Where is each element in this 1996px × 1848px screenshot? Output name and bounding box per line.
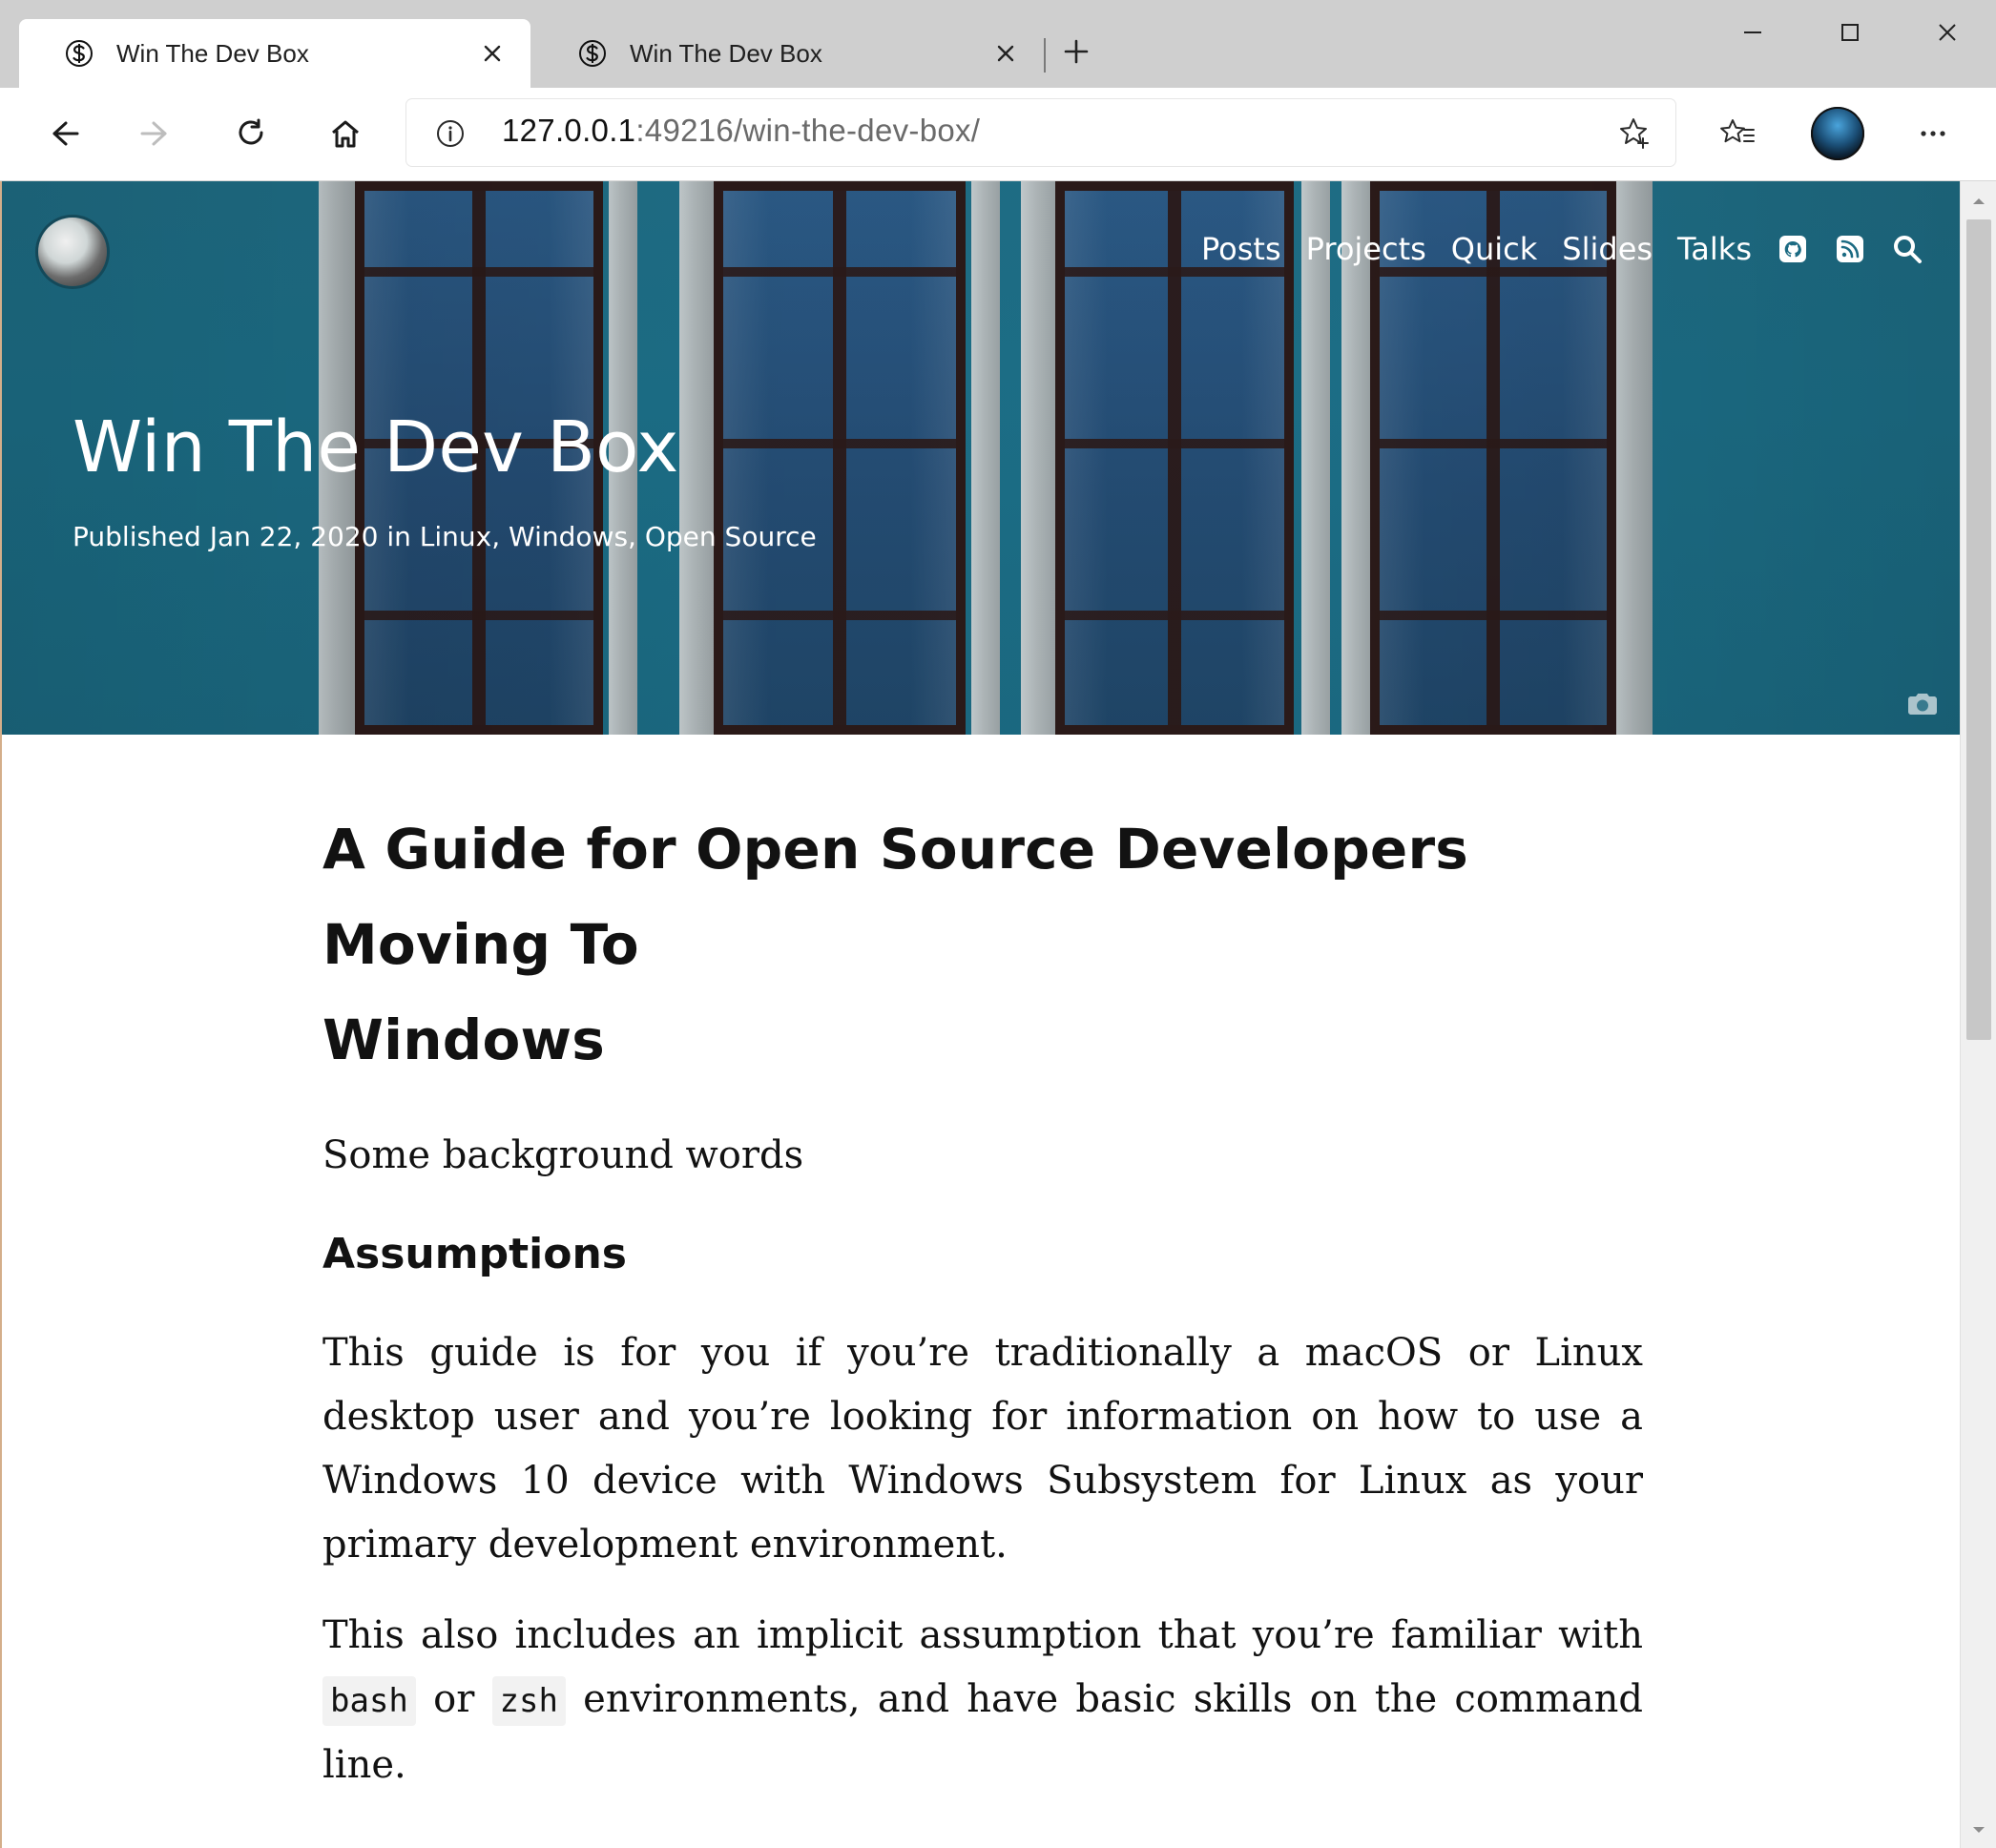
published-prefix: Published Jan 22, 2020 in — [73, 521, 420, 552]
url-text[interactable]: 127.0.0.1:49216/win-the-dev-box/ — [502, 113, 980, 149]
more-button[interactable] — [1906, 107, 1960, 160]
category-separator: , — [628, 521, 645, 552]
nav-quick[interactable]: Quick — [1451, 231, 1537, 267]
tab-title: Win The Dev Box — [630, 38, 822, 68]
paragraph-assumption-mid: or — [415, 1677, 492, 1721]
page-viewport[interactable]: Posts Projects Quick Slides Talks Win Th… — [2, 181, 1960, 1848]
paragraph-guide: This guide is for you if you’re traditio… — [322, 1331, 1643, 1567]
scroll-up-icon[interactable] — [1970, 193, 1987, 210]
forward-arrow-icon — [140, 121, 167, 146]
nav-posts[interactable]: Posts — [1201, 231, 1281, 267]
browser-titlebar: Win The Dev Box Win The Dev Box — [0, 0, 1996, 88]
profile-avatar[interactable] — [1811, 107, 1864, 160]
page-scrollbar[interactable] — [1960, 181, 1996, 1848]
back-button[interactable] — [36, 107, 90, 160]
minimize-button[interactable] — [1704, 0, 1801, 65]
nav-projects[interactable]: Projects — [1306, 231, 1426, 267]
home-icon — [332, 120, 359, 148]
favorites-list-icon — [1720, 119, 1755, 143]
browser-tab-active[interactable]: Win The Dev Box — [19, 19, 530, 88]
minimize-icon — [1744, 31, 1761, 33]
hero-meta: Published Jan 22, 2020 in Linux, Windows… — [73, 521, 817, 552]
browser-tab-inactive[interactable]: Win The Dev Box — [532, 19, 1044, 88]
site-icon — [63, 37, 95, 70]
url-host: 127.0.0.1 — [502, 113, 636, 148]
favorites-button[interactable] — [1712, 107, 1765, 160]
category-separator: , — [491, 521, 509, 552]
refresh-icon — [239, 118, 263, 145]
window-controls — [1704, 0, 1996, 65]
github-icon[interactable] — [1777, 233, 1809, 265]
close-icon[interactable] — [985, 32, 1027, 74]
maximize-icon — [1841, 24, 1859, 41]
search-icon[interactable] — [1891, 233, 1923, 265]
window-close-icon — [1939, 24, 1956, 41]
code-bash: bash — [322, 1676, 416, 1726]
hero-pillar — [971, 181, 1000, 735]
heading-assumptions: Assumptions — [322, 1230, 627, 1278]
site-nav: Posts Projects Quick Slides Talks — [1201, 231, 1923, 267]
hero-banner: Posts Projects Quick Slides Talks Win Th… — [2, 181, 1960, 735]
info-icon — [437, 120, 464, 147]
forward-button[interactable] — [130, 107, 183, 160]
hero-pillar — [679, 181, 714, 735]
category-open-source[interactable]: Open Source — [645, 521, 817, 552]
maximize-button[interactable] — [1801, 0, 1899, 65]
back-arrow-icon — [52, 121, 79, 146]
article-title-line-1: A Guide for Open Source Developers Movin… — [322, 817, 1468, 977]
star-plus-icon — [1620, 118, 1649, 149]
window-close-button[interactable] — [1899, 0, 1996, 65]
refresh-button[interactable] — [225, 107, 279, 160]
nav-slides[interactable]: Slides — [1562, 231, 1653, 267]
paragraph-background: Some background words — [322, 1133, 804, 1177]
scroll-down-icon[interactable] — [1970, 1821, 1987, 1838]
hero-window — [714, 181, 966, 735]
category-linux[interactable]: Linux — [420, 521, 491, 552]
browser-toolbar: 127.0.0.1:49216/win-the-dev-box/ — [0, 88, 1996, 181]
scrollbar-thumb[interactable] — [1966, 219, 1991, 1040]
article: A Guide for Open Source Developers Movin… — [322, 801, 1643, 1797]
article-title: A Guide for Open Source Developers Movin… — [322, 801, 1643, 1088]
tab-title: Win The Dev Box — [116, 38, 309, 68]
hero-title: Win The Dev Box — [73, 406, 679, 488]
site-logo[interactable] — [38, 218, 107, 286]
hero-pillar — [1021, 181, 1055, 735]
article-title-line-2: Windows — [322, 1007, 606, 1072]
camera-icon[interactable] — [1906, 691, 1939, 717]
site-info-button[interactable] — [433, 116, 468, 151]
tab-divider — [1044, 38, 1046, 73]
category-windows[interactable]: Windows — [509, 521, 628, 552]
url-path: :49216/win-the-dev-box/ — [635, 113, 981, 148]
home-button[interactable] — [319, 107, 372, 160]
new-tab-button[interactable] — [1055, 31, 1097, 73]
code-zsh: zsh — [491, 1676, 566, 1726]
rss-icon[interactable] — [1834, 233, 1866, 265]
add-to-favorites-button[interactable] — [1614, 114, 1653, 152]
paragraph-assumption: This also includes an implicit assumptio… — [322, 1604, 1643, 1797]
address-bar[interactable]: 127.0.0.1:49216/win-the-dev-box/ — [406, 99, 1675, 166]
nav-talks[interactable]: Talks — [1677, 231, 1752, 267]
plus-icon — [1064, 39, 1089, 64]
close-icon[interactable] — [471, 32, 513, 74]
more-icon — [1921, 131, 1945, 136]
paragraph-assumption-before: This also includes an implicit assumptio… — [322, 1613, 1643, 1657]
site-icon — [576, 37, 609, 70]
